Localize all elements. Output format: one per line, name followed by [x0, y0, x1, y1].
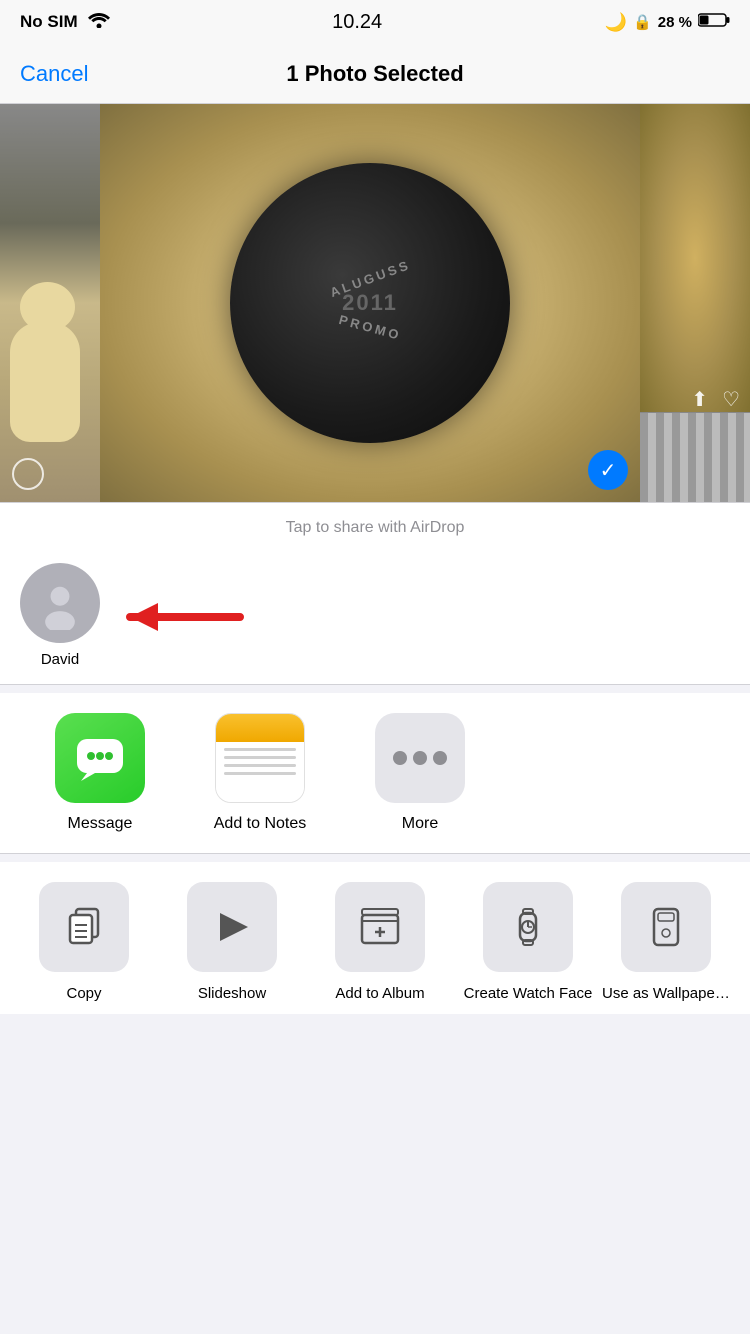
checkmark-icon: ✓ — [600, 458, 617, 483]
photo-right-top — [640, 104, 750, 412]
wifi-icon — [88, 12, 110, 33]
airdrop-contacts: David — [20, 553, 730, 684]
photo-main[interactable]: ALUGUSS 2011 PROMO ✓ — [100, 104, 640, 502]
notes-app-icon — [215, 713, 305, 803]
more-dot-1 — [393, 751, 407, 765]
action-label-wallpaper: Use as Wallpape… — [602, 984, 730, 1004]
notes-line-2 — [224, 756, 296, 759]
actions-row: Copy Slideshow Add to Album — [0, 882, 750, 1004]
contact-row: David — [20, 563, 100, 668]
more-dot-3 — [433, 751, 447, 765]
cancel-button[interactable]: Cancel — [20, 61, 88, 87]
app-label-more: More — [402, 815, 438, 833]
action-item-copy[interactable]: Copy — [10, 882, 158, 1004]
apps-row: Message Add to Notes More — [0, 713, 750, 833]
photo-right[interactable]: ⬆ ♡ — [640, 104, 750, 502]
photo-actions-overlay: ⬆ ♡ — [691, 387, 740, 412]
time-label: 10.24 — [332, 11, 382, 34]
coin-circle: ALUGUSS 2011 PROMO — [230, 163, 510, 443]
photo-left[interactable] — [0, 104, 100, 502]
dog-head — [20, 282, 75, 332]
contact-avatar — [20, 563, 100, 643]
notes-lines — [216, 742, 304, 802]
app-item-notes[interactable]: Add to Notes — [180, 713, 340, 833]
contact-item-david[interactable]: David — [20, 563, 100, 668]
more-app-icon — [375, 713, 465, 803]
arrow-svg — [110, 595, 250, 639]
watch-face-icon-box — [483, 882, 573, 972]
nav-bar: Cancel 1 Photo Selected — [0, 44, 750, 104]
photo-right-bottom — [640, 412, 750, 502]
airdrop-hint: Tap to share with AirDrop — [20, 519, 730, 553]
apps-section: Message Add to Notes More — [0, 693, 750, 854]
heart-icon[interactable]: ♡ — [722, 387, 740, 412]
watch-icon-svg — [506, 905, 550, 949]
add-album-icon-svg — [358, 905, 402, 949]
contact-name: David — [41, 651, 79, 668]
selection-circle-left[interactable] — [12, 458, 44, 490]
red-arrow — [110, 595, 250, 644]
more-dot-2 — [413, 751, 427, 765]
status-left: No SIM — [20, 12, 110, 33]
copy-icon-svg — [62, 905, 106, 949]
app-item-message[interactable]: Message — [20, 713, 180, 833]
notes-line-3 — [224, 764, 296, 767]
copy-icon-box — [39, 882, 129, 972]
action-item-add-album[interactable]: Add to Album — [306, 882, 454, 1004]
slideshow-icon-box — [187, 882, 277, 972]
photo-strip: ALUGUSS 2011 PROMO ✓ ⬆ ♡ — [0, 104, 750, 502]
lock-icon: 🔒 — [633, 13, 652, 31]
action-item-slideshow[interactable]: Slideshow — [158, 882, 306, 1004]
slideshow-icon-svg — [210, 905, 254, 949]
status-right: 🌙 🔒 28 % — [605, 12, 730, 33]
actions-section: Copy Slideshow Add to Album — [0, 862, 750, 1014]
moon-icon: 🌙 — [605, 12, 627, 33]
action-item-wallpaper[interactable]: Use as Wallpape… — [602, 882, 730, 1004]
airdrop-section: Tap to share with AirDrop David — [0, 503, 750, 685]
message-app-icon — [55, 713, 145, 803]
notes-line-4 — [224, 772, 296, 775]
carrier-label: No SIM — [20, 12, 78, 32]
notes-line-1 — [224, 748, 296, 751]
nav-title: 1 Photo Selected — [286, 61, 463, 87]
action-item-watch-face[interactable]: Create Watch Face — [454, 882, 602, 1004]
app-label-message: Message — [68, 815, 133, 833]
action-label-watch-face: Create Watch Face — [464, 984, 593, 1004]
wallpaper-icon-svg — [644, 905, 688, 949]
status-bar: No SIM 10.24 🌙 🔒 28 % — [0, 0, 750, 44]
battery-icon — [698, 12, 730, 32]
wallpaper-icon-box — [621, 882, 711, 972]
separator-2 — [0, 685, 750, 693]
app-label-notes: Add to Notes — [214, 815, 307, 833]
avatar-svg — [33, 576, 87, 630]
coin-text: ALUGUSS 2011 PROMO — [328, 271, 413, 335]
action-label-add-album: Add to Album — [335, 984, 424, 1004]
selection-circle-main[interactable]: ✓ — [588, 450, 628, 490]
battery-label: 28 % — [658, 14, 692, 31]
add-album-icon-box — [335, 882, 425, 972]
photo-right-inner — [640, 104, 750, 412]
message-icon-svg — [73, 731, 127, 785]
action-label-copy: Copy — [66, 984, 101, 1004]
notes-yellow-header — [216, 714, 304, 742]
separator-3 — [0, 854, 750, 862]
dog-photo — [0, 104, 100, 502]
share-icon[interactable]: ⬆ — [691, 387, 708, 412]
action-label-slideshow: Slideshow — [198, 984, 266, 1004]
app-item-more[interactable]: More — [340, 713, 500, 833]
dog-body — [10, 322, 80, 442]
